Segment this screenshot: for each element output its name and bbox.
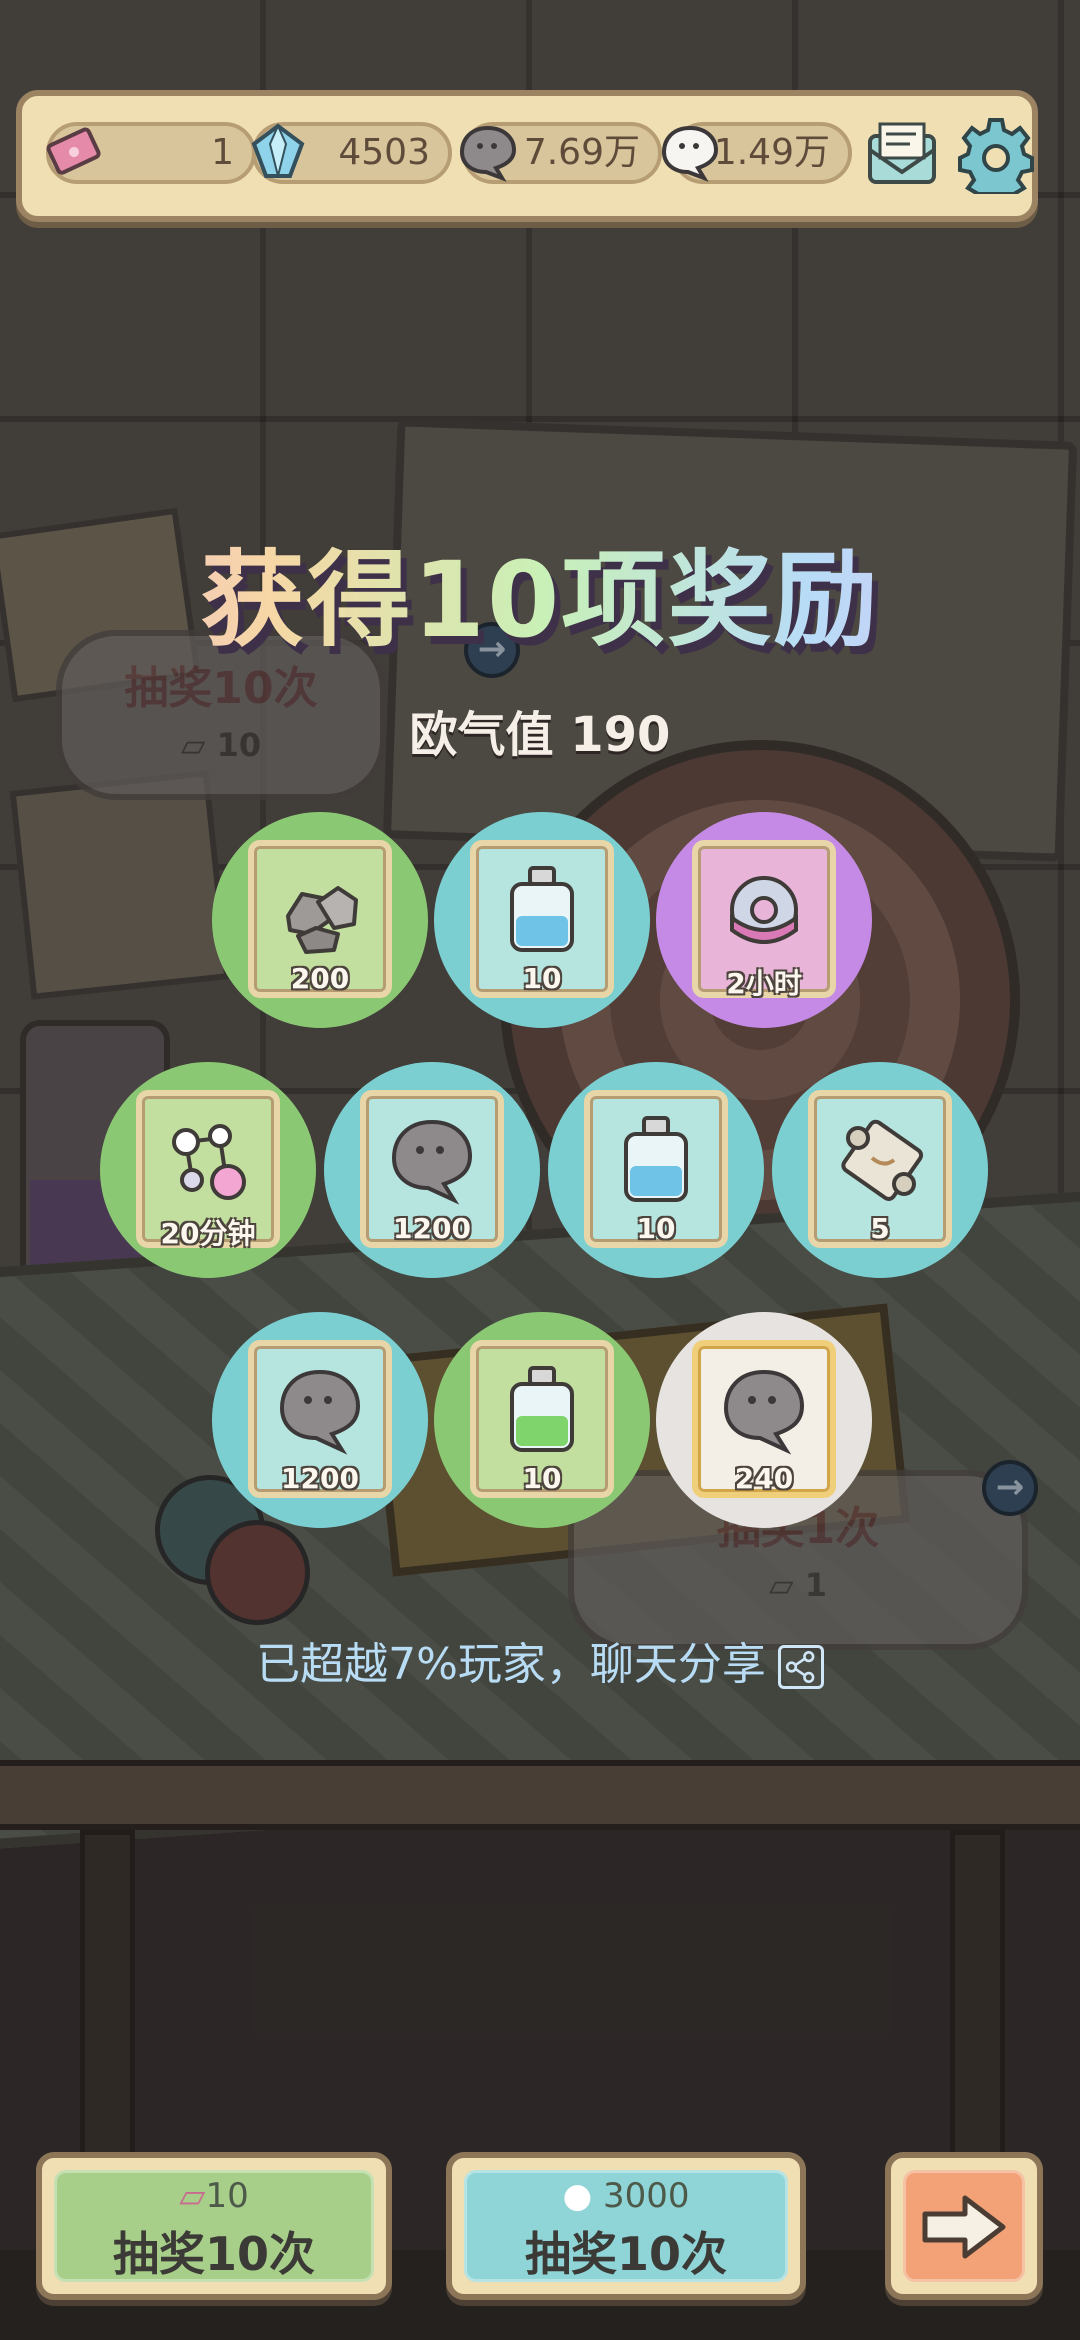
gear-icon (730, 876, 798, 944)
gray-bubble-icon (279, 1369, 361, 1455)
settings-gear-icon[interactable] (956, 114, 1036, 194)
gray-bubble-icon (459, 125, 517, 182)
luck-value: 欧气值 190 (409, 707, 671, 763)
ticket-icon: ▱ (179, 2176, 206, 2216)
draw-ticket-cost-value: 10 (205, 2176, 249, 2216)
reward-item[interactable]: 2小时 (656, 812, 872, 1028)
reward-amount: 200 (290, 962, 350, 995)
crystal-icon (251, 123, 305, 178)
gray-bubble-count: 7.69万 (523, 132, 640, 173)
reward-amount: 10 (522, 962, 562, 995)
draw-bubble-cost-value: 3000 (602, 2176, 690, 2216)
crystal-count: 4503 (338, 132, 430, 173)
ticket-count: 1 (211, 132, 234, 173)
molecule-icon (172, 1124, 246, 1200)
gray-bubble-icon (391, 1119, 473, 1205)
ticket-icon (46, 127, 101, 175)
draw-ticket-label: 抽奖10次 (112, 2227, 315, 2281)
reward-item[interactable]: 240 (656, 1312, 872, 1528)
reward-item[interactable]: 10 (434, 1312, 650, 1528)
stone-icon (286, 886, 358, 954)
reward-amount: 10 (636, 1212, 676, 1245)
reward-amount: 1200 (393, 1212, 471, 1245)
draw-bubble-label: 抽奖10次 (524, 2227, 727, 2281)
reward-item[interactable]: 5 (772, 1062, 988, 1278)
share-row[interactable]: 已超越7%玩家，聊天分享 (0, 1628, 1080, 1692)
share-icon[interactable] (777, 1645, 824, 1689)
reward-amount: 10 (522, 1462, 562, 1495)
reward-amount: 1200 (281, 1462, 359, 1495)
reward-amount: 2小时 (726, 967, 802, 1000)
reward-item[interactable]: 200 (212, 812, 428, 1028)
reward-item[interactable]: 20分钟 (100, 1062, 316, 1278)
resource-bar: 1 4503 7.69万 1.49万 (16, 90, 1038, 222)
scroll-icon (841, 1119, 924, 1201)
reward-item[interactable]: 10 (548, 1062, 764, 1278)
draw-ticket-cost: ▱10 (42, 2176, 386, 2216)
reward-item[interactable]: 10 (434, 812, 650, 1028)
white-bubble-icon: ● (562, 2176, 593, 2216)
arrow-right-icon (922, 2195, 1006, 2259)
gray-bubble-icon (723, 1369, 805, 1455)
reward-item[interactable]: 1200 (212, 1312, 428, 1528)
draw-bubble-cost: ● 3000 (452, 2176, 800, 2216)
blue-potion-icon (624, 1116, 688, 1202)
reward-title: 获得10项奖励 (0, 515, 1080, 666)
reward-item[interactable]: 1200 (324, 1062, 540, 1278)
green-potion-icon (510, 1366, 574, 1452)
white-bubble-count: 1.49万 (713, 132, 830, 173)
draw-ticket-button[interactable]: ▱10 抽奖10次 (36, 2152, 392, 2300)
share-text[interactable]: 已超越7%玩家，聊天分享 (256, 1639, 766, 1690)
draw-bubble-button[interactable]: ● 3000 抽奖10次 (446, 2152, 806, 2300)
white-bubble-icon (661, 125, 719, 182)
next-button[interactable] (885, 2152, 1043, 2300)
reward-amount: 5 (870, 1212, 890, 1245)
blue-potion-icon (510, 866, 574, 952)
reward-amount: 20分钟 (160, 1217, 256, 1250)
reward-amount: 240 (734, 1462, 794, 1495)
mail-icon[interactable] (862, 114, 942, 194)
